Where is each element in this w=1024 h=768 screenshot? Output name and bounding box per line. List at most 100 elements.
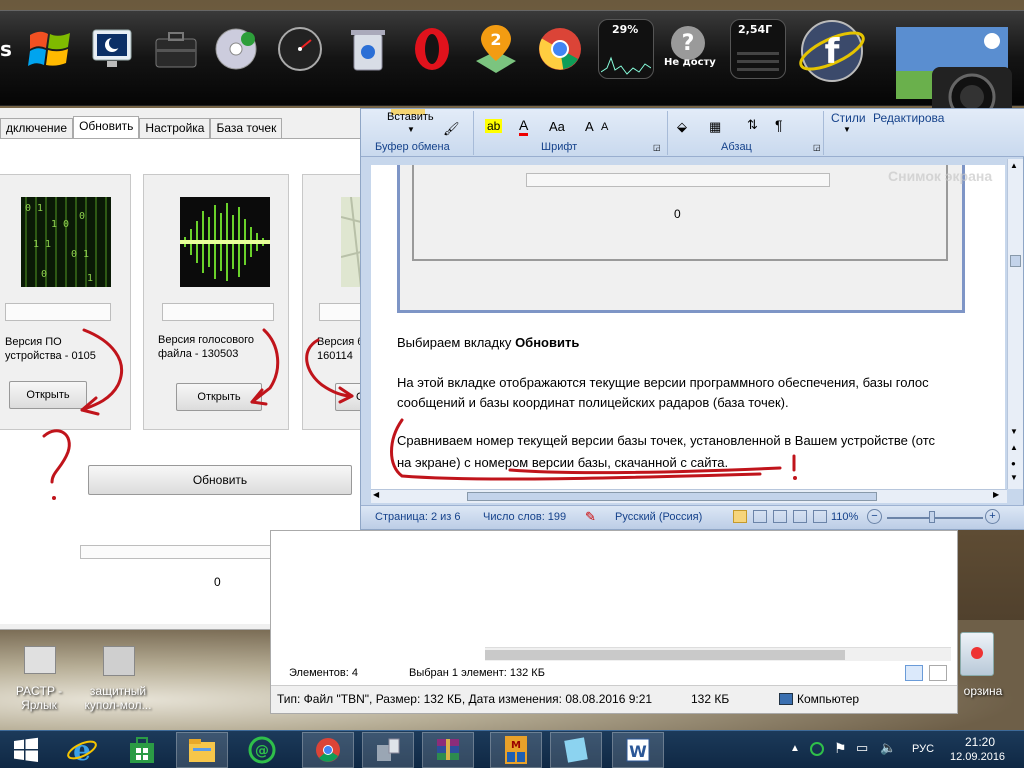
format-painter-icon[interactable]: 🖌 [443, 121, 460, 137]
mail-agent-icon[interactable]: @ [236, 732, 288, 768]
full-screen-reading-icon[interactable] [753, 510, 767, 523]
sort-icon[interactable]: ⇅ [747, 117, 758, 133]
shrink-font-icon[interactable]: A [601, 121, 608, 133]
font-dialog-launcher-icon[interactable]: ◲ [653, 143, 661, 152]
facebook-globe-icon[interactable]: f [794, 13, 870, 89]
next-page-icon[interactable]: ▼ [1010, 473, 1018, 482]
recycle-bin-icon[interactable] [340, 19, 396, 79]
points-database-version-line1: Версия б [317, 336, 364, 348]
editing-button[interactable]: Редактирова [873, 111, 944, 125]
desktop-label-pactp: PACTP - Ярлык [4, 684, 74, 712]
scroll-thumb[interactable] [1010, 255, 1021, 267]
ribbon: Вставить ▼ 🖌 Буфер обмена ab A Aa A A Шр… [361, 109, 1024, 157]
store-icon[interactable] [116, 732, 168, 768]
map-pin-2gis-icon[interactable]: 2 [468, 19, 524, 79]
paste-dropdown-icon[interactable]: ▼ [407, 125, 415, 134]
group-divider [473, 111, 474, 155]
tab-update[interactable]: Обновить [73, 116, 140, 139]
windows-flag-icon[interactable] [22, 19, 78, 79]
explorer-status-line: Элементов: 4 Выбран 1 элемент: 132 КБ [271, 663, 957, 683]
desktop-icon-protective-dome[interactable] [96, 640, 142, 680]
tab-connection[interactable]: дключение [0, 118, 74, 138]
hscroll-thumb[interactable] [467, 492, 877, 501]
draft-icon[interactable] [813, 510, 827, 523]
far-manager-icon[interactable]: M [490, 732, 542, 768]
language-status[interactable]: Русский (Россия) [615, 511, 702, 523]
pilcrow-icon[interactable]: ¶ [775, 117, 783, 133]
voice-file-version-label: Версия голосового файла - 130503 [158, 333, 254, 361]
print-layout-icon[interactable] [733, 510, 747, 523]
update-button[interactable]: Обновить [88, 465, 352, 495]
word-taskbar-icon[interactable]: W [612, 732, 664, 768]
explorer-hscroll[interactable] [485, 647, 951, 661]
clock-time[interactable]: 21:20 [965, 735, 995, 749]
clock-gauge-icon[interactable] [272, 19, 328, 79]
zoom-level[interactable]: 110% [831, 511, 858, 523]
start-windows-icon[interactable] [0, 732, 52, 768]
internet-explorer-icon[interactable]: e [56, 732, 108, 768]
winrar-icon[interactable] [422, 732, 474, 768]
svg-text:1 1: 1 1 [33, 239, 51, 250]
browse-object-icon[interactable]: ● [1011, 459, 1016, 468]
opera-icon[interactable] [404, 19, 460, 79]
word-count[interactable]: Число слов: 199 [483, 511, 566, 523]
input-language[interactable]: РУС [912, 743, 934, 755]
network-icon[interactable]: ▭ [856, 740, 868, 756]
briefcase-icon[interactable] [148, 19, 204, 79]
show-hidden-icons[interactable]: ▲ [790, 743, 800, 754]
monitor-moon-icon[interactable] [84, 19, 140, 79]
zoom-out-icon[interactable]: − [867, 509, 882, 524]
svg-text:1 0: 1 0 [51, 219, 69, 230]
styles-dropdown-icon[interactable]: ▼ [843, 125, 851, 134]
clock-date[interactable]: 12.09.2016 [950, 751, 1005, 763]
details-view-icon[interactable] [905, 665, 923, 681]
action-center-flag-icon[interactable]: ⚑ [834, 740, 847, 757]
open-firmware-button[interactable]: Открыть [9, 381, 87, 409]
shading-icon[interactable]: ⬙ [677, 119, 687, 135]
scroll-down-icon[interactable]: ▼ [1010, 427, 1018, 436]
voice-file-version-line1: Версия голосового [158, 334, 255, 346]
proofing-icon[interactable]: ✎ [585, 509, 596, 525]
grow-font-icon[interactable]: A [585, 119, 594, 134]
zoom-thumb[interactable] [929, 511, 935, 523]
svg-text:2: 2 [490, 30, 501, 49]
file-explorer-window: Элементов: 4 Выбран 1 элемент: 132 КБ Ти… [270, 530, 958, 714]
open-voice-file-button[interactable]: Открыть [176, 383, 262, 411]
prev-page-icon[interactable]: ▲ [1010, 443, 1018, 452]
chrome-taskbar-icon[interactable] [302, 732, 354, 768]
desktop-label-dome-line1: защитный [89, 684, 147, 698]
document-hscroll[interactable]: ◀ ▶ [371, 489, 1007, 503]
page-count[interactable]: Страница: 2 из 6 [375, 511, 461, 523]
change-case-icon[interactable]: Aa [549, 119, 565, 134]
font-color-icon[interactable]: A [519, 117, 529, 136]
file-size-text: 132 КБ [691, 692, 730, 706]
media-player-icon[interactable] [208, 19, 264, 79]
web-layout-icon[interactable] [773, 510, 787, 523]
hscroll-left-icon[interactable]: ◀ [373, 490, 379, 499]
document-page[interactable]: 0 Выбираем вкладку Обновить На этой вкла… [371, 165, 1005, 489]
document-vscroll[interactable]: ▲ ▼ ▲ ● ▼ [1007, 159, 1023, 489]
highlight-icon[interactable]: ab [485, 119, 503, 133]
chrome-icon[interactable] [532, 19, 588, 79]
outline-icon[interactable] [793, 510, 807, 523]
zoom-slider[interactable] [887, 517, 983, 519]
zoom-in-icon[interactable]: + [985, 509, 1000, 524]
paste-button[interactable]: Вставить [387, 111, 434, 123]
borders-icon[interactable]: ▦ [709, 119, 721, 135]
svg-text:0: 0 [41, 269, 47, 280]
file-explorer-icon[interactable] [176, 732, 228, 768]
scroll-up-icon[interactable]: ▲ [1010, 161, 1018, 170]
tab-settings[interactable]: Настройка [139, 118, 211, 138]
notepad-icon[interactable] [550, 732, 602, 768]
volume-icon[interactable]: 🔈 [880, 740, 896, 756]
paragraph-dialog-launcher-icon[interactable]: ◲ [813, 143, 821, 152]
tab-points-database[interactable]: База точек [210, 118, 283, 138]
tray-app-icon[interactable] [810, 742, 824, 756]
desktop-icon-pactp[interactable] [12, 640, 68, 680]
firmware-version-line2: устройства - 0105 [5, 350, 96, 362]
styles-button[interactable]: Стили [831, 111, 866, 125]
hscroll-right-icon[interactable]: ▶ [993, 490, 999, 499]
recycle-bin-desktop-icon[interactable] [960, 632, 994, 676]
device-manager-icon[interactable] [362, 732, 414, 768]
tiles-view-icon[interactable] [929, 665, 947, 681]
